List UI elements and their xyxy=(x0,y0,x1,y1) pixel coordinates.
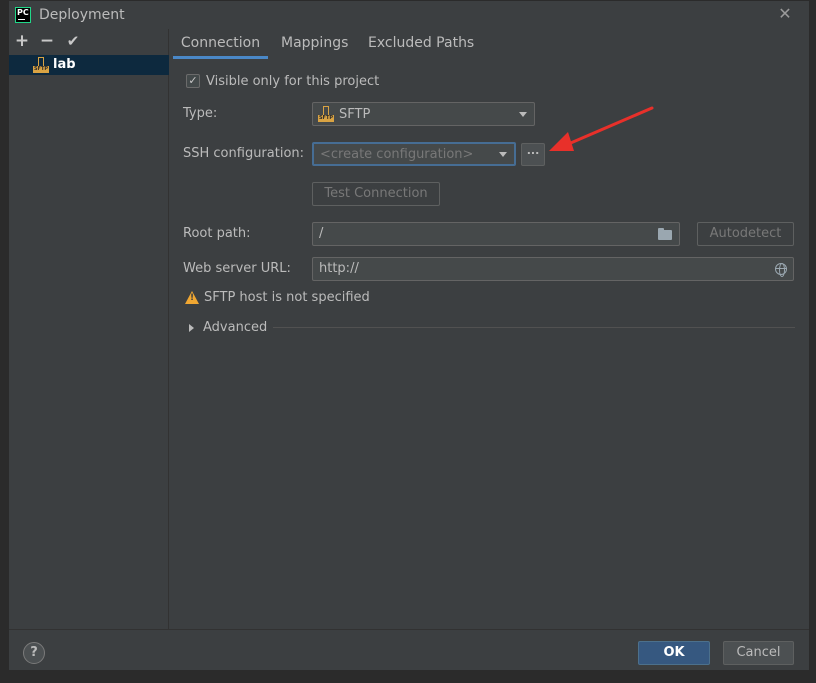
cancel-button[interactable]: Cancel xyxy=(723,641,794,665)
chevron-down-icon xyxy=(499,152,507,157)
deployment-dialog: PC Deployment ✕ + − ✔ SFTP lab Connectio… xyxy=(8,0,810,670)
test-connection-button[interactable]: Test Connection xyxy=(312,182,440,206)
close-icon[interactable]: ✕ xyxy=(777,6,793,22)
chevron-down-icon xyxy=(519,112,527,117)
server-list-toolbar: + − ✔ xyxy=(9,29,169,53)
visible-only-label: Visible only for this project xyxy=(206,74,380,89)
ssh-configuration-dropdown[interactable]: <create configuration> xyxy=(312,142,516,166)
web-server-url-field[interactable]: http:// xyxy=(312,257,794,281)
dialog-footer: ? OK Cancel xyxy=(9,629,809,670)
tab-excluded-paths[interactable]: Excluded Paths xyxy=(367,35,475,59)
help-button[interactable]: ? xyxy=(23,642,45,664)
server-list-panel: + − ✔ SFTP lab xyxy=(9,29,169,629)
background-editor xyxy=(0,0,8,683)
globe-icon[interactable] xyxy=(775,263,787,277)
check-icon[interactable]: ✔ xyxy=(63,31,83,51)
sftp-server-icon: SFTP xyxy=(33,57,49,73)
folder-icon[interactable] xyxy=(658,228,672,240)
web-server-url-label: Web server URL: xyxy=(183,261,291,276)
advanced-divider xyxy=(273,327,795,328)
type-dropdown[interactable]: SFTP SFTP xyxy=(312,102,535,126)
web-server-url-value: http:// xyxy=(319,261,359,276)
server-label: lab xyxy=(53,57,76,72)
type-label: Type: xyxy=(183,106,218,121)
root-path-field[interactable]: / xyxy=(312,222,680,246)
ssh-configuration-value: <create configuration> xyxy=(320,147,474,162)
tab-bar: Connection Mappings Excluded Paths xyxy=(170,29,809,59)
type-value: SFTP xyxy=(339,107,371,122)
ok-button[interactable]: OK xyxy=(638,641,710,665)
visible-only-checkbox[interactable]: ✓ xyxy=(186,74,200,88)
tab-connection[interactable]: Connection xyxy=(173,35,268,59)
background-editor-bottom xyxy=(0,669,816,683)
ssh-configuration-label: SSH configuration: xyxy=(183,146,305,161)
add-icon[interactable]: + xyxy=(12,31,32,51)
root-path-value: / xyxy=(319,226,324,241)
sftp-icon: SFTP xyxy=(318,106,334,122)
advanced-label: Advanced xyxy=(203,320,268,335)
settings-panel: Connection Mappings Excluded Paths ✓ Vis… xyxy=(170,29,809,629)
root-path-label: Root path: xyxy=(183,226,251,241)
title-bar: PC Deployment ✕ xyxy=(9,1,809,29)
warning-message: SFTP host is not specified xyxy=(204,290,370,305)
remove-icon[interactable]: − xyxy=(37,31,57,51)
warning-icon: ! xyxy=(185,291,199,304)
autodetect-button[interactable]: Autodetect xyxy=(697,222,794,246)
chevron-right-icon xyxy=(189,324,194,332)
dialog-title: Deployment xyxy=(39,7,125,23)
pycharm-icon: PC xyxy=(15,7,31,23)
server-item-lab[interactable]: SFTP lab xyxy=(9,55,169,75)
tab-mappings[interactable]: Mappings xyxy=(280,35,349,59)
browse-ssh-button[interactable]: ... xyxy=(521,143,545,166)
